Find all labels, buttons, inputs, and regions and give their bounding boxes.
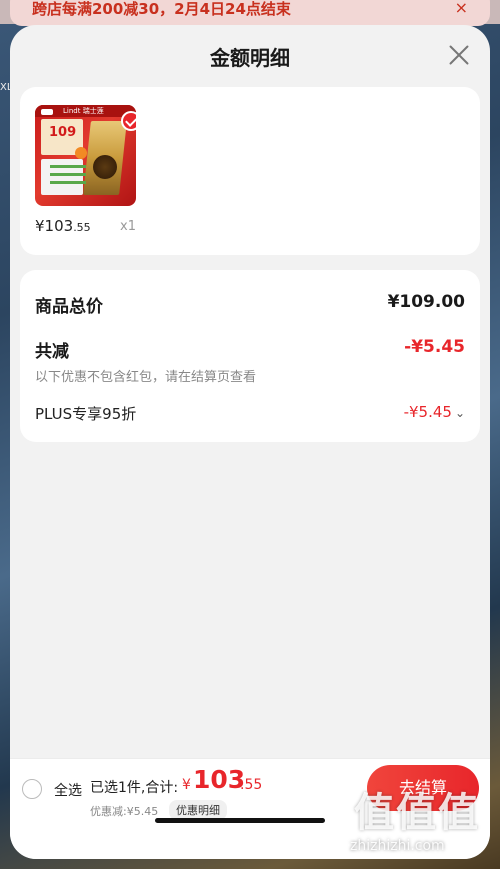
selected-check-icon[interactable] <box>121 111 136 131</box>
discount-label: 共减 <box>35 342 69 362</box>
item-price: ¥103.55 <box>35 217 91 235</box>
plus-discount-amount: -¥5.45 <box>403 403 452 421</box>
discount-detail-button[interactable]: 优惠明细 <box>169 800 227 820</box>
item-quantity: x1 <box>120 219 136 234</box>
thumbnail-price: 109 <box>49 125 77 140</box>
amount-detail-sheet: 金额明细 Lindt 瑞士莲 109 ¥103.55 x1 商品总价 ¥109.… <box>10 25 490 859</box>
items-card: Lindt 瑞士莲 109 ¥103.55 x1 <box>20 87 480 255</box>
thumbnail-bar <box>50 173 86 176</box>
selected-summary: 已选1件,合计: <box>90 780 179 796</box>
thumbnail-tag <box>41 109 53 115</box>
sheet-title: 金额明细 <box>210 46 290 70</box>
total-decimal: .55 <box>240 777 263 793</box>
plus-discount-value[interactable]: -¥5.45 ⌄ <box>404 403 465 421</box>
product-thumbnail[interactable]: Lindt 瑞士莲 109 <box>35 105 136 206</box>
checkout-button[interactable]: 去结算 <box>367 765 479 811</box>
background-side-text: XL <box>0 82 10 93</box>
total-currency: ¥ <box>182 777 191 793</box>
thumbnail-bar <box>50 165 86 168</box>
promo-banner: 跨店每满200减30，2月4日24点结束 × <box>10 0 490 26</box>
select-all-label[interactable]: 全选 <box>54 780 82 800</box>
close-icon[interactable] <box>448 44 470 66</box>
sheet-header: 金额明细 <box>10 25 490 87</box>
discount-note: 以下优惠不包含红包，请在结算页查看 <box>35 370 257 385</box>
plus-discount-label: PLUS专享95折 <box>35 405 137 423</box>
home-indicator <box>155 818 325 823</box>
price-breakdown-card: 商品总价 ¥109.00 共减 -¥5.45 以下优惠不包含红包，请在结算页查看… <box>20 270 480 442</box>
promo-text: 跨店每满200减30，2月4日24点结束 <box>32 0 291 18</box>
thumbnail-lower-panel <box>41 159 86 195</box>
promo-close-icon[interactable]: × <box>455 0 468 17</box>
subtotal-value: ¥109.00 <box>387 292 465 312</box>
flower-decoration <box>75 147 87 159</box>
total-amount: 103 <box>193 765 246 794</box>
subtotal-label: 商品总价 <box>35 297 103 317</box>
checkout-bar: 全选 已选1件,合计: ¥ 103 .55 优惠减:¥5.45 优惠明细 去结算 <box>10 758 490 859</box>
item-price-decimal: .55 <box>73 221 91 234</box>
discount-summary: 优惠减:¥5.45 <box>90 805 159 818</box>
chocolate-image <box>93 155 117 179</box>
discount-value: -¥5.45 <box>404 337 465 357</box>
select-all-radio[interactable] <box>22 779 42 799</box>
item-price-main: ¥103 <box>35 217 74 235</box>
thumbnail-brand: Lindt 瑞士莲 <box>63 107 104 115</box>
chevron-down-icon[interactable]: ⌄ <box>455 406 465 420</box>
thumbnail-bar <box>50 181 86 184</box>
